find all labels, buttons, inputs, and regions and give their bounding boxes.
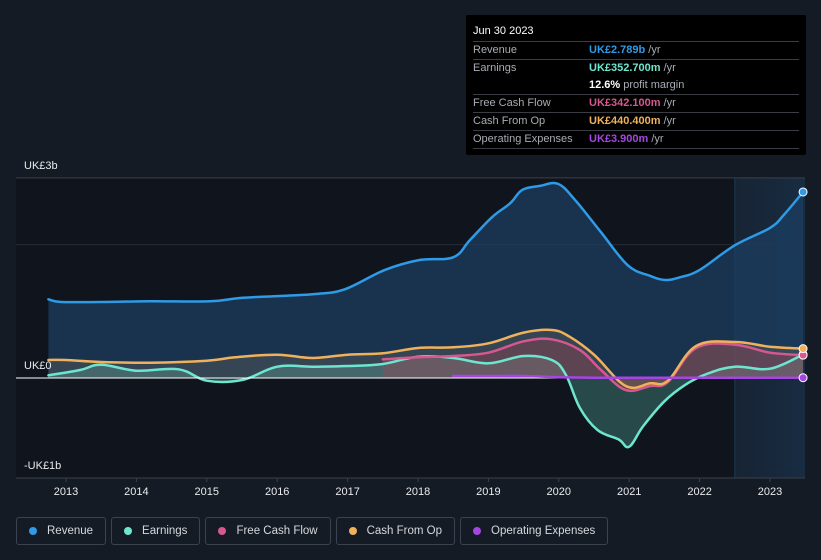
legend-item-cash-from-op[interactable]: Cash From Op <box>335 517 456 545</box>
legend-label: Earnings <box>142 525 188 537</box>
x-tick-label: 2015 <box>195 486 219 498</box>
legend-label: Cash From Op <box>366 525 443 537</box>
x-tick-label: 2021 <box>617 486 641 498</box>
tooltip-row-earnings: Earnings UK£352.700m /yr <box>473 60 799 77</box>
x-tick-label: 2023 <box>758 486 782 498</box>
cash-from-op-end-point <box>798 344 808 354</box>
legend-label: Revenue <box>47 525 94 537</box>
tooltip-value: UK£440.400m <box>589 115 661 127</box>
operating-expenses-dot-icon <box>473 527 482 535</box>
tooltip-row-cfo: Cash From Op UK£440.400m /yr <box>473 113 799 131</box>
tooltip-label: Cash From Op <box>473 115 546 127</box>
revenue-end-point <box>798 187 808 197</box>
tooltip-value: 12.6% <box>589 79 621 91</box>
earnings-dot-icon <box>124 527 133 535</box>
tooltip-label: Operating Expenses <box>473 133 573 145</box>
tooltip-unit: /yr <box>648 44 661 56</box>
chart-legend: Revenue Earnings Free Cash Flow Cash Fro… <box>16 517 609 545</box>
tooltip-label <box>473 77 589 94</box>
x-tick-label: 2016 <box>265 486 289 498</box>
tooltip-panel: Jun 30 2023 Revenue UK£2.789b /yr Earnin… <box>466 15 806 155</box>
tooltip-label: Earnings <box>473 62 517 74</box>
tooltip-label: Revenue <box>473 44 518 56</box>
x-tick-label: 2020 <box>547 486 571 498</box>
x-tick-label: 2013 <box>54 486 78 498</box>
tooltip-unit: /yr <box>663 62 676 74</box>
tooltip-unit: /yr <box>663 97 676 109</box>
tooltip-value: UK£2.789b <box>589 44 646 56</box>
legend-item-revenue[interactable]: Revenue <box>16 517 107 545</box>
legend-label: Operating Expenses <box>491 525 596 537</box>
tooltip-date: Jun 30 2023 <box>473 24 799 42</box>
cash-from-op-dot-icon <box>348 527 357 535</box>
operating-expenses-end-point <box>798 373 808 383</box>
y-tick-label-top: UK£3b <box>24 160 58 172</box>
tooltip-unit: /yr <box>663 115 676 127</box>
tooltip-label: Free Cash Flow <box>473 97 551 109</box>
legend-item-earnings[interactable]: Earnings <box>111 517 201 545</box>
legend-item-free-cash-flow[interactable]: Free Cash Flow <box>205 517 331 545</box>
tooltip-unit: profit margin <box>623 79 685 91</box>
tooltip-value: UK£342.100m <box>589 97 661 109</box>
x-tick-label: 2014 <box>124 486 148 498</box>
x-tick-label: 2017 <box>335 486 359 498</box>
legend-label: Free Cash Flow <box>236 525 318 537</box>
tooltip-value: UK£3.900m <box>589 133 649 145</box>
tooltip-unit: /yr <box>651 133 664 145</box>
x-tick-label: 2022 <box>687 486 711 498</box>
x-tick-label: 2018 <box>406 486 430 498</box>
tooltip-value: UK£352.700m <box>589 62 661 74</box>
revenue-dot-icon <box>29 527 37 535</box>
tooltip-row-revenue: Revenue UK£2.789b /yr <box>473 42 799 60</box>
legend-item-operating-expenses[interactable]: Operating Expenses <box>460 517 609 545</box>
free-cash-flow-dot-icon <box>218 527 227 535</box>
tooltip-row-fcf: Free Cash Flow UK£342.100m /yr <box>473 95 799 113</box>
tooltip-row-margin: 12.6% profit margin <box>473 77 799 95</box>
y-tick-label-zero: UK£0 <box>24 360 52 372</box>
y-tick-label-bottom: -UK£1b <box>24 460 62 472</box>
tooltip-row-opex: Operating Expenses UK£3.900m /yr <box>473 131 799 149</box>
x-tick-label: 2019 <box>476 486 500 498</box>
